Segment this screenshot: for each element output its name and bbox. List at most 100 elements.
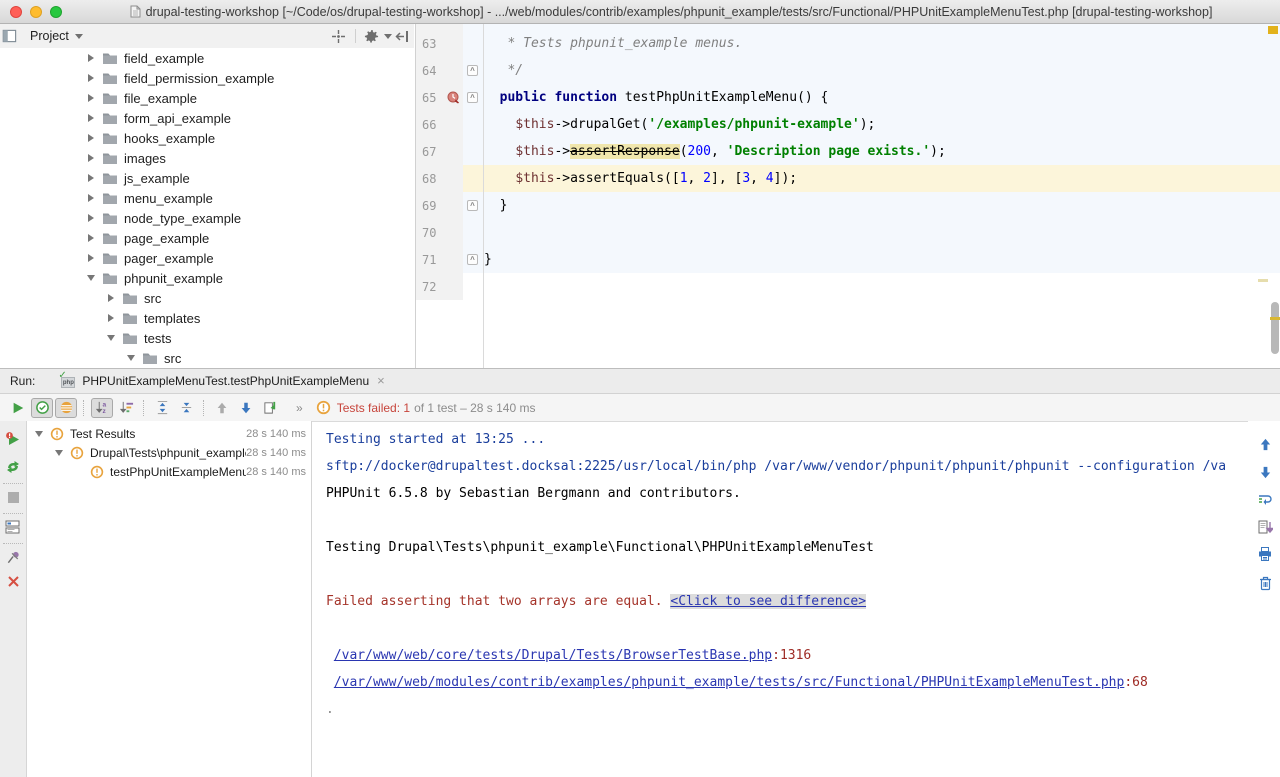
error-stripe-indicator[interactable] <box>1268 26 1278 34</box>
code-text[interactable]: $this->assertResponse(200, 'Description … <box>482 138 1280 165</box>
project-tree-item-src[interactable]: src <box>0 348 414 368</box>
sort-by-duration-button[interactable] <box>115 398 137 418</box>
chevron-right-icon[interactable] <box>85 214 97 222</box>
test-tree-item[interactable]: testPhpUnitExampleMenu28 s 140 ms <box>27 462 311 481</box>
project-tree-item-phpunit_example[interactable]: phpunit_example <box>0 268 414 288</box>
project-tree-item-src[interactable]: src <box>0 288 414 308</box>
clear-all-icon[interactable] <box>1256 574 1274 592</box>
minimize-window-button[interactable] <box>30 6 42 18</box>
close-panel-icon[interactable] <box>5 573 21 589</box>
code-text[interactable]: } <box>482 246 1280 273</box>
toolbar-overflow-chevron[interactable]: » <box>296 401 304 415</box>
gutter[interactable]: 70 <box>416 219 463 246</box>
project-tree-item-js_example[interactable]: js_example <box>0 168 414 188</box>
rerun-auto-test-icon[interactable] <box>5 459 21 475</box>
chevron-right-icon[interactable] <box>85 134 97 142</box>
code-text[interactable] <box>482 273 1280 300</box>
chevron-down-icon[interactable] <box>53 450 65 456</box>
chevron-right-icon[interactable] <box>85 54 97 62</box>
project-tree-item-hooks_example[interactable]: hooks_example <box>0 128 414 148</box>
chevron-right-icon[interactable] <box>85 194 97 202</box>
close-tab-icon[interactable]: × <box>377 375 385 387</box>
chevron-down-icon[interactable] <box>105 335 117 341</box>
show-ignored-button[interactable] <box>55 398 77 418</box>
import-test-results-button[interactable] <box>259 398 281 418</box>
console-link[interactable]: /var/www/web/modules/contrib/examples/ph… <box>334 675 1125 690</box>
project-tree-item-file_example[interactable]: file_example <box>0 88 414 108</box>
close-window-button[interactable] <box>10 6 22 18</box>
down-stack-trace-icon[interactable] <box>1256 463 1274 481</box>
run-tab[interactable]: php✓ PHPUnitExampleMenuTest.testPhpUnitE… <box>51 369 392 393</box>
console-link[interactable]: /var/www/web/core/tests/Drupal/Tests/Bro… <box>334 648 772 663</box>
code-line-69[interactable]: 69^ } <box>416 192 1280 219</box>
sort-alphabetically-button[interactable]: az <box>91 398 113 418</box>
code-text[interactable]: $this->assertEquals([1, 2], [3, 4]); <box>482 165 1280 192</box>
scroll-to-end-icon[interactable] <box>1256 518 1274 536</box>
project-tree-item-tests[interactable]: tests <box>0 328 414 348</box>
fold-marker-icon[interactable]: ^ <box>467 200 478 211</box>
project-tree-item-field_permission_example[interactable]: field_permission_example <box>0 68 414 88</box>
fold-marker-icon[interactable]: ^ <box>467 92 478 103</box>
code-text[interactable]: * Tests phpunit_example menus. <box>482 30 1280 57</box>
console-link[interactable]: <Click to see difference> <box>670 594 866 609</box>
project-tree-item-pager_example[interactable]: pager_example <box>0 248 414 268</box>
editor-scrollbar[interactable] <box>1271 302 1279 354</box>
chevron-right-icon[interactable] <box>85 234 97 242</box>
rerun-button[interactable] <box>7 398 29 418</box>
gutter[interactable]: 63 <box>416 30 463 57</box>
code-line-66[interactable]: 66 $this->drupalGet('/examples/phpunit-e… <box>416 111 1280 138</box>
code-line-71[interactable]: 71 ^} <box>416 246 1280 273</box>
chevron-down-icon[interactable] <box>125 355 137 361</box>
project-tree-item-menu_example[interactable]: menu_example <box>0 188 414 208</box>
expand-all-button[interactable] <box>151 398 173 418</box>
code-line-68[interactable]: 68 $this->assertEquals([1, 2], [3, 4]); <box>416 165 1280 192</box>
next-failed-test-button[interactable] <box>235 398 257 418</box>
gutter[interactable]: 72 <box>416 273 463 300</box>
warning-stripe-mark[interactable] <box>1270 317 1280 320</box>
chevron-right-icon[interactable] <box>85 74 97 82</box>
fold-marker-icon[interactable]: ^ <box>467 254 478 265</box>
code-line-67[interactable]: 67 $this->assertResponse(200, 'Descripti… <box>416 138 1280 165</box>
code-text[interactable]: $this->drupalGet('/examples/phpunit-exam… <box>482 111 1280 138</box>
stop-icon[interactable] <box>5 489 21 505</box>
project-tree-item-field_example[interactable]: field_example <box>0 48 414 68</box>
show-passed-button[interactable] <box>31 398 53 418</box>
gutter[interactable]: 71 <box>416 246 463 273</box>
previous-failed-test-button[interactable] <box>211 398 233 418</box>
code-line-65[interactable]: 65^ public function testPhpUnitExampleMe… <box>416 84 1280 111</box>
soft-wrap-icon[interactable] <box>1256 491 1274 509</box>
gutter[interactable]: 65 <box>416 84 463 111</box>
chevron-down-icon[interactable] <box>85 275 97 281</box>
chevron-right-icon[interactable] <box>105 294 117 302</box>
test-console[interactable]: Testing started at 13:25 ...sftp://docke… <box>312 421 1248 777</box>
code-line-64[interactable]: 64^ */ <box>416 57 1280 84</box>
gutter[interactable]: 66 <box>416 111 463 138</box>
hide-panel-icon[interactable] <box>392 27 412 45</box>
project-views-dropdown[interactable] <box>75 34 83 39</box>
test-tree-item[interactable]: Test Results28 s 140 ms <box>27 424 311 443</box>
test-tree-item[interactable]: Drupal\Tests\phpunit_example\Functional\… <box>27 443 311 462</box>
chevron-down-icon[interactable] <box>33 431 45 437</box>
project-tree-item-node_type_example[interactable]: node_type_example <box>0 208 414 228</box>
gear-icon[interactable] <box>361 27 381 45</box>
code-editor[interactable]: 63 * Tests phpunit_example menus.64^ */6… <box>415 24 1280 368</box>
restore-layout-icon[interactable] <box>5 519 21 535</box>
code-text[interactable]: } <box>482 192 1280 219</box>
warning-stripe-mark[interactable] <box>1258 279 1268 282</box>
project-tree-item-form_api_example[interactable]: form_api_example <box>0 108 414 128</box>
gutter[interactable]: 67 <box>416 138 463 165</box>
code-line-70[interactable]: 70 <box>416 219 1280 246</box>
collapse-all-button[interactable] <box>175 398 197 418</box>
project-tree-item-page_example[interactable]: page_example <box>0 228 414 248</box>
test-failed-gutter-icon[interactable] <box>447 91 460 104</box>
chevron-right-icon[interactable] <box>85 114 97 122</box>
chevron-right-icon[interactable] <box>85 154 97 162</box>
chevron-right-icon[interactable] <box>85 254 97 262</box>
rerun-failed-tests-icon[interactable] <box>5 431 21 447</box>
zoom-window-button[interactable] <box>50 6 62 18</box>
gear-dropdown-caret[interactable] <box>384 34 392 39</box>
code-line-72[interactable]: 72 <box>416 273 1280 300</box>
fold-marker-icon[interactable]: ^ <box>467 65 478 76</box>
code-text[interactable]: */ <box>482 57 1280 84</box>
scroll-from-source-icon[interactable] <box>328 27 348 45</box>
